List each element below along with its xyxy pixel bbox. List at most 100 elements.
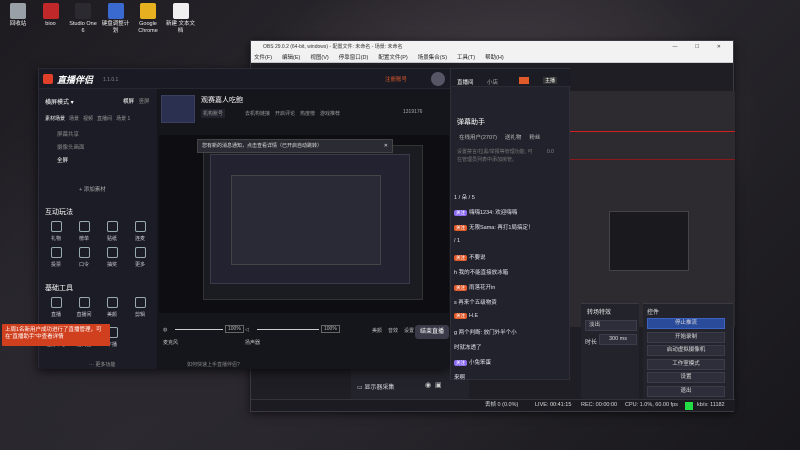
- menu-item[interactable]: 工具(T): [457, 55, 475, 61]
- control-button[interactable]: 工作室模式: [647, 358, 725, 370]
- interaction-tool[interactable]: 投票: [43, 247, 69, 268]
- control-button[interactable]: 启动虚拟摄像机: [647, 345, 725, 356]
- basic-tool[interactable]: 剪辑: [127, 297, 153, 318]
- basic-tool[interactable]: 直播间: [71, 297, 97, 318]
- transitions-title: 转场特效: [587, 310, 612, 316]
- message-text: 不要说: [469, 255, 486, 261]
- menu-item[interactable]: 文件(F): [254, 55, 272, 61]
- host-badge[interactable]: 主播: [543, 77, 558, 84]
- scene-tab[interactable]: 视频: [83, 116, 93, 122]
- control-button[interactable]: 设置: [647, 372, 725, 383]
- bioo-icon: [42, 3, 59, 19]
- chat-subtab[interactable]: 在线用户(2707): [459, 135, 497, 141]
- basic-tool[interactable]: 直播: [43, 297, 69, 318]
- chat-subtab[interactable]: 粉丝: [529, 135, 540, 141]
- menu-item[interactable]: 停靠窗口(D): [339, 55, 369, 61]
- interaction-tool[interactable]: 榜单: [71, 221, 97, 242]
- kbps: kb/s: 11182: [697, 402, 725, 408]
- source-item[interactable]: ▭ 显示器采集: [357, 382, 394, 391]
- viewer-count: 1319176: [403, 109, 423, 115]
- room-tag[interactable]: 游戏推荐: [320, 111, 340, 117]
- speaker-icon[interactable]: ◁: [245, 327, 249, 333]
- mode-select[interactable]: 横屏模式 ▾: [45, 97, 74, 106]
- interaction-tool[interactable]: 更多: [127, 247, 153, 268]
- message-text: 来啊: [454, 375, 466, 381]
- notification-toast[interactable]: 上周1名新用户成功进行了直播管理，可在“直播助手”中查看详情: [2, 324, 110, 346]
- chat-window[interactable]: 直播间 小店 主播 弹幕助手 在线用户(2707) 送礼物 粉丝 设置禁言/拉黑/举…: [450, 68, 571, 381]
- notice-tooltip[interactable]: 您有新的消息通知，点击查看详情（已开启自动跳转） ✕: [197, 139, 393, 153]
- interaction-tool[interactable]: 口令: [71, 247, 97, 268]
- eye-icon[interactable]: ◉: [425, 381, 431, 389]
- lock-icon[interactable]: ▣: [435, 381, 442, 389]
- mic-slider[interactable]: [175, 329, 223, 330]
- window-controls[interactable]: — ☐ ✕: [673, 41, 729, 53]
- interaction-tool[interactable]: 礼物: [43, 221, 69, 242]
- live-preview-stage[interactable]: [159, 135, 449, 313]
- scene-item[interactable]: 屏幕共享: [45, 129, 151, 142]
- room-title[interactable]: 观赛嘉人吃鲍: [201, 95, 243, 105]
- register-link[interactable]: 注册账号: [385, 75, 407, 83]
- action-button[interactable]: 美颜: [369, 327, 385, 334]
- scene-name: 摄像头画面: [57, 145, 85, 151]
- control-button[interactable]: 退出: [647, 385, 725, 397]
- room-tag[interactable]: 去机构链接: [245, 111, 270, 117]
- scene-tab[interactable]: 场景: [69, 116, 79, 122]
- room-cover[interactable]: [161, 95, 195, 123]
- desktop-icon[interactable]: bioo: [35, 3, 67, 28]
- scene-item[interactable]: 摄像头画面: [45, 142, 151, 155]
- gift-icon[interactable]: [519, 77, 529, 84]
- desktop-icon[interactable]: 键盘调整计划: [100, 3, 132, 34]
- tab-portrait[interactable]: 竖屏: [139, 99, 150, 105]
- desktop-icon-label: 回收站: [9, 21, 27, 27]
- action-button[interactable]: 音效: [385, 327, 401, 334]
- tool-label: 礼物: [50, 236, 61, 242]
- menu-item[interactable]: 场景集合(S): [418, 55, 447, 61]
- tab-shop[interactable]: 小店: [487, 78, 498, 86]
- live-time: LIVE: 00:41:15: [535, 402, 572, 408]
- tab-landscape[interactable]: 横屏: [123, 99, 134, 105]
- mic-icon[interactable]: ◍: [163, 327, 167, 333]
- control-button[interactable]: 开始录制: [647, 331, 725, 343]
- menu-item[interactable]: 配置文件(P): [378, 55, 407, 61]
- desktop-icon[interactable]: Google Chrome: [132, 3, 164, 34]
- close-icon[interactable]: ✕: [384, 140, 388, 152]
- scene-item[interactable]: 全屏: [45, 155, 151, 168]
- desktop-icon-label: 键盘调整计划: [101, 21, 130, 34]
- room-tag[interactable]: 开启评论: [275, 111, 295, 117]
- help-link[interactable]: 如何快速上手直播伴侣?: [187, 361, 240, 368]
- scene-tab[interactable]: 直播间: [97, 116, 112, 122]
- obs-preview[interactable]: [569, 91, 735, 327]
- network-indicator: [685, 402, 693, 410]
- tool-label: 抽奖: [106, 262, 117, 268]
- room-tag[interactable]: 热度榜: [300, 111, 315, 117]
- tool-label: 更多: [134, 262, 145, 268]
- chat-message: / 1: [454, 238, 460, 244]
- scene-tab[interactable]: 素材场景: [45, 116, 65, 122]
- menu-item[interactable]: 帮助(H): [485, 55, 504, 61]
- desktop-icon[interactable]: 新建 文本文档: [165, 3, 197, 34]
- live-companion-window[interactable]: 直播伴侣 1.1.0.1 注册账号 横屏模式 ▾ 横屏 竖屏 素材场景 场景 视频直…: [38, 68, 451, 369]
- scene-tab[interactable]: 场景 1: [116, 116, 130, 122]
- interaction-tool[interactable]: 抽奖: [99, 247, 125, 268]
- speaker-slider[interactable]: [257, 329, 319, 330]
- desktop-icon[interactable]: 回收站: [2, 3, 34, 28]
- more-features-button[interactable]: ··· 更多功能: [89, 361, 115, 368]
- app-logo: 直播伴侣: [57, 75, 94, 85]
- interaction-tool[interactable]: 连麦: [127, 221, 153, 242]
- preview-guide-line: [569, 131, 735, 132]
- chat-header: 直播间 小店 主播: [451, 69, 571, 87]
- interaction-tool[interactable]: 贴纸: [99, 221, 125, 242]
- transition-select[interactable]: 淡出: [585, 320, 637, 331]
- chat-subtab[interactable]: 送礼物: [505, 135, 522, 141]
- control-button[interactable]: 停止推流: [647, 318, 725, 329]
- menu-item[interactable]: 编辑(E): [282, 55, 300, 61]
- tab-live-room[interactable]: 直播间: [457, 78, 474, 86]
- tool-label: 美颜: [106, 312, 117, 318]
- desktop-icon[interactable]: Studio One 6: [67, 3, 99, 34]
- duration-input[interactable]: 300 ms: [599, 334, 637, 345]
- add-material-button[interactable]: + 添加素材: [79, 185, 106, 193]
- menu-item[interactable]: 视图(V): [310, 55, 328, 61]
- end-live-button[interactable]: 结束直播: [415, 325, 449, 339]
- basic-tool[interactable]: 美颜: [99, 297, 125, 318]
- avatar[interactable]: [431, 72, 445, 86]
